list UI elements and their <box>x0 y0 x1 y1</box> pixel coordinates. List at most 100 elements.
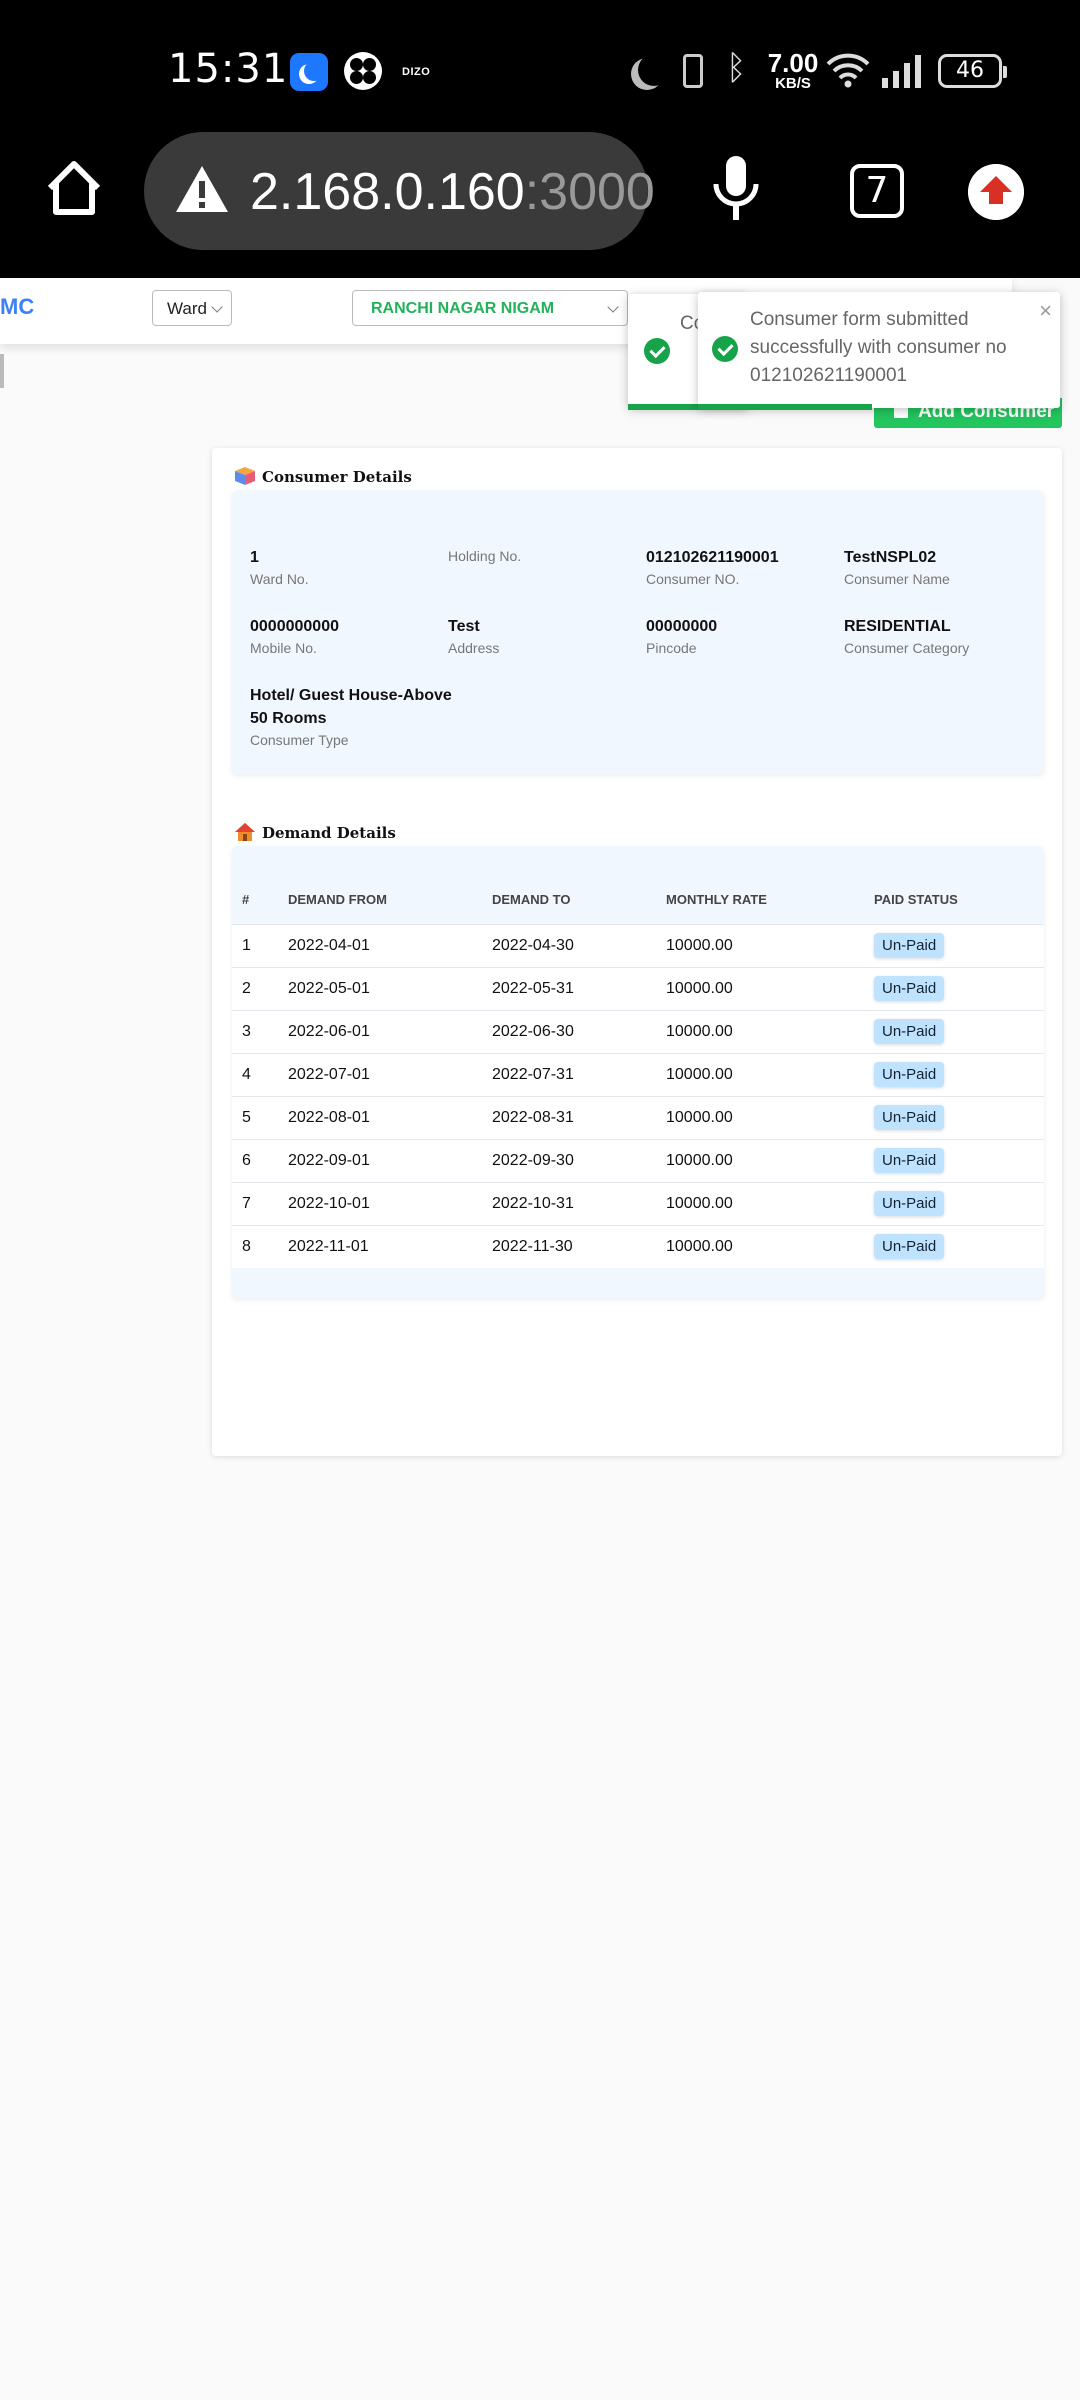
dizo-app-icon <box>344 52 382 90</box>
success-check-icon <box>712 336 738 362</box>
table-cell: 10000.00 <box>656 1095 864 1139</box>
table-cell: Un-Paid <box>864 1095 1044 1139</box>
field-value: 1 <box>250 549 259 566</box>
consumer-details-heading: Consumer Details <box>234 466 412 486</box>
field-address: Test Address <box>448 615 638 656</box>
microphone-icon[interactable] <box>708 154 764 224</box>
table-row: 1 2022-04-01 2022-04-30 10000.00 Un-Paid <box>232 923 1044 967</box>
status-badge: Un-Paid <box>874 1105 945 1130</box>
field-mobile-no: 0000000000 Mobile No. <box>250 615 440 656</box>
table-cell: 2022-11-01 <box>278 1224 482 1268</box>
column-header: PAID STATUS <box>874 892 958 908</box>
demand-details-title: Demand Details <box>262 824 396 842</box>
chevron-down-icon <box>211 301 223 313</box>
table-cell: Un-Paid <box>864 1224 1044 1268</box>
field-label: Consumer Type <box>250 732 349 748</box>
table-cell: 10000.00 <box>656 1181 864 1225</box>
url-host: 2.168.0.160 <box>250 163 525 221</box>
table-cell: 2022-08-31 <box>482 1095 656 1139</box>
ulb-select[interactable]: RANCHI NAGAR NIGAM <box>352 290 628 326</box>
wifi-icon <box>826 53 870 88</box>
table-cell: 2022-10-31 <box>482 1181 656 1225</box>
consumer-details-title: Consumer Details <box>262 468 412 486</box>
warning-icon <box>176 166 228 212</box>
table-cell: 10000.00 <box>656 923 864 967</box>
column-header: DEMAND FROM <box>288 892 387 908</box>
ward-select-value: Ward <box>167 299 207 318</box>
table-cell: 2022-05-01 <box>278 966 482 1010</box>
table-row: 6 2022-09-01 2022-09-30 10000.00 Un-Paid <box>232 1138 1044 1182</box>
field-ward-no: 1 Ward No. <box>250 546 440 587</box>
vibrate-icon <box>683 54 703 88</box>
field-label: Consumer Name <box>844 571 950 587</box>
table-cell: Un-Paid <box>864 1009 1044 1053</box>
table-cell: Un-Paid <box>864 966 1044 1010</box>
field-value: 00000000 <box>646 618 718 635</box>
field-label: Address <box>448 640 500 656</box>
do-not-disturb-icon <box>638 54 670 86</box>
table-row: 8 2022-11-01 2022-11-30 10000.00 Un-Paid <box>232 1224 1044 1268</box>
field-label: Ward No. <box>250 571 309 587</box>
table-cell: 1 <box>232 923 278 967</box>
demand-details-heading: Demand Details <box>234 822 396 842</box>
moon-app-icon <box>290 53 328 91</box>
table-cell: Un-Paid <box>864 1181 1044 1225</box>
table-cell: Un-Paid <box>864 1138 1044 1182</box>
tab-switcher-button[interactable]: 7 <box>850 164 904 218</box>
brand-logo-text[interactable]: MC <box>0 294 34 320</box>
toast-notification[interactable]: Consumer form submitted successfully wit… <box>698 292 1060 410</box>
sidebar-toggle[interactable] <box>0 354 4 388</box>
table-cell: 10000.00 <box>656 966 864 1010</box>
ward-select[interactable]: Ward <box>152 290 232 326</box>
demand-table: # DEMAND FROM DEMAND TO MONTHLY RATE PAI… <box>232 876 1044 1268</box>
table-cell: 10000.00 <box>656 1224 864 1268</box>
bluetooth-icon: ᛒ <box>726 48 747 88</box>
network-speed-value: 7.00 <box>767 48 819 78</box>
field-consumer-name: TestNSPL02 Consumer Name <box>844 546 1034 587</box>
signal-icon <box>882 55 921 88</box>
field-value: 012102621190001 <box>646 549 779 566</box>
home-icon[interactable] <box>44 158 104 218</box>
package-icon <box>235 467 255 485</box>
table-cell: 2022-08-01 <box>278 1095 482 1139</box>
table-cell: 2022-10-01 <box>278 1181 482 1225</box>
field-consumer-category: RESIDENTIAL Consumer Category <box>844 615 1034 656</box>
browser-update-icon[interactable] <box>968 164 1024 220</box>
table-cell: Un-Paid <box>864 1052 1044 1096</box>
consumer-details-panel: 1 Ward No. Holding No. 012102621190001 C… <box>232 490 1044 774</box>
toast-progress-bar <box>698 404 872 410</box>
field-label: Pincode <box>646 640 697 656</box>
table-cell: 5 <box>232 1095 278 1139</box>
network-speed-unit: KB/S <box>775 75 811 92</box>
field-value: Hotel/ Guest House-Above 50 Rooms <box>250 687 452 727</box>
table-cell: 2022-06-30 <box>482 1009 656 1053</box>
field-value: RESIDENTIAL <box>844 618 951 635</box>
field-label: Consumer Category <box>844 640 970 656</box>
table-row: 4 2022-07-01 2022-07-31 10000.00 Un-Paid <box>232 1052 1044 1096</box>
table-cell: 10000.00 <box>656 1052 864 1096</box>
column-header: MONTHLY RATE <box>666 892 767 908</box>
table-row: 3 2022-06-01 2022-06-30 10000.00 Un-Paid <box>232 1009 1044 1053</box>
field-consumer-no: 012102621190001 Consumer NO. <box>646 546 836 587</box>
table-row: 7 2022-10-01 2022-10-31 10000.00 Un-Paid <box>232 1181 1044 1225</box>
success-check-icon <box>644 338 670 364</box>
table-cell: 7 <box>232 1181 278 1225</box>
ulb-select-value: RANCHI NAGAR NIGAM <box>371 300 555 317</box>
table-cell: 2022-07-31 <box>482 1052 656 1096</box>
field-consumer-type: Hotel/ Guest House-Above 50 Rooms Consum… <box>250 684 460 748</box>
table-cell: 3 <box>232 1009 278 1053</box>
table-cell: 2022-11-30 <box>482 1224 656 1268</box>
table-cell: 10000.00 <box>656 1009 864 1053</box>
status-badge: Un-Paid <box>874 1191 945 1216</box>
clock: 15:31 <box>168 46 289 92</box>
table-cell: 2022-07-01 <box>278 1052 482 1096</box>
network-speed: 7.00 KB/S <box>765 50 821 91</box>
battery-icon: 46 <box>938 54 1007 88</box>
table-cell: 2022-06-01 <box>278 1009 482 1053</box>
toast-message: Consumer form submitted successfully wit… <box>750 309 1007 386</box>
status-badge: Un-Paid <box>874 1148 945 1173</box>
close-icon[interactable]: × <box>1039 298 1052 324</box>
table-cell: 2022-09-01 <box>278 1138 482 1182</box>
address-bar[interactable]: 2.168.0.160:3000 <box>144 132 655 250</box>
table-cell: 8 <box>232 1224 278 1268</box>
